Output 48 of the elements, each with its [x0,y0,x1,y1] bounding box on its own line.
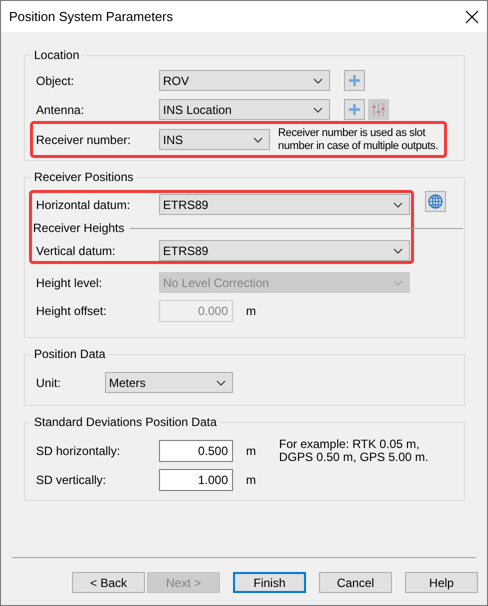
dialog-button[interactable]: Finish [233,572,306,593]
group-title: Receiver Positions [33,170,134,184]
dropdown[interactable]: INS Location [159,99,330,120]
dialog-button[interactable]: Help [405,572,478,593]
sliders-icon [372,103,385,116]
field-label: Height offset: [36,303,108,320]
unit-label: m [246,472,256,489]
plus-icon [349,104,360,115]
field-label: Height level: [36,274,104,292]
dropdown[interactable]: ETRS89 [159,240,410,261]
text-field[interactable]: 1.000 [159,469,233,491]
dropdown[interactable]: ROV [159,70,330,91]
group-title: Location [33,48,80,62]
group-title: Position Data [33,347,106,361]
window-title: Position System Parameters [9,8,174,26]
field-label: Receiver number: [36,132,132,148]
add-button[interactable] [344,99,365,120]
section-subtitle: Receiver Heights [33,220,124,237]
dropdown[interactable]: ETRS89 [159,194,410,215]
chevron-icon [393,280,403,286]
note-text: For example: RTK 0.05 m, DGPS 0.50 m, GPS 5.00 m. [279,438,428,464]
chevron-icon [216,380,226,386]
note-text: Receiver number is used as slot number in case of multiple outputs. [278,126,438,152]
unit-label: m [246,303,256,320]
field-label: SD horizontally: [36,443,122,460]
group-title: Standard Deviations Position Data [33,415,218,429]
chevron-icon [313,106,323,112]
text-field[interactable]: 0.500 [159,440,233,462]
chevron-icon [393,202,403,208]
close-icon[interactable] [465,10,479,24]
field-label: Horizontal datum: [36,196,132,214]
unit-label: m [246,443,256,460]
field-label: Unit: [36,374,62,392]
dialog-button[interactable]: Cancel [319,572,392,593]
dropdown[interactable]: Meters [105,372,233,393]
field-label: Object: [36,72,76,90]
dialog-button[interactable]: < Back [72,572,145,593]
chevron-icon [393,248,403,254]
dropdown[interactable]: INS [159,129,270,150]
field-label: SD vertically: [36,472,108,489]
globe-button[interactable] [425,191,446,212]
add-button[interactable] [344,70,365,91]
field-label: Antenna: [36,102,86,118]
field-label: Vertical datum: [36,242,116,260]
chevron-icon [313,78,323,84]
globe-icon [428,194,443,209]
chevron-icon [253,136,263,142]
plus-icon [349,75,360,86]
